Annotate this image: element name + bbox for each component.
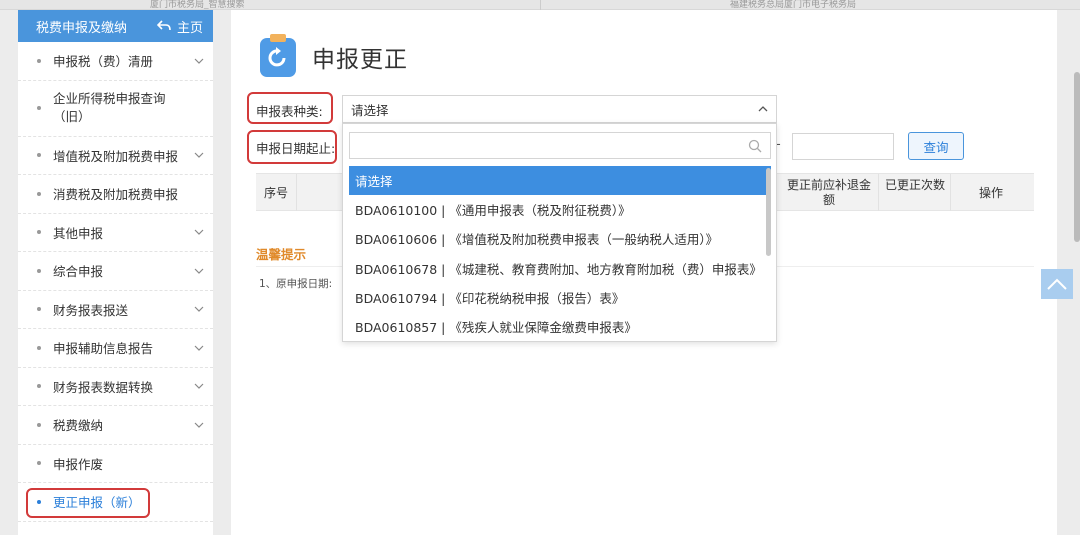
dropdown-option[interactable]: BDA0610857 | 《残疾人就业保障金缴费申报表》 bbox=[349, 312, 771, 341]
sidebar-item-label: 申报作废 bbox=[53, 456, 104, 472]
sidebar-item-comprehensive[interactable]: 综合申报 bbox=[18, 252, 213, 291]
dropdown-search-input[interactable] bbox=[349, 132, 771, 159]
end-date-input[interactable] bbox=[792, 133, 894, 160]
dropdown-option[interactable]: BDA0610100 | 《通用申报表（税及附征税费）》 bbox=[349, 195, 771, 224]
bullet-icon bbox=[37, 307, 41, 312]
dropdown-option-list: 请选择 BDA0610100 | 《通用申报表（税及附征税费）》 BDA0610… bbox=[349, 166, 771, 341]
column-header-index: 序号 bbox=[264, 186, 289, 200]
chevron-down-icon bbox=[194, 58, 204, 64]
sidebar-title: 税费申报及缴纳 bbox=[36, 20, 128, 36]
bullet-icon bbox=[37, 345, 41, 350]
browser-tab-2[interactable]: 福建税务总局厦门市电子税务局 bbox=[730, 0, 856, 9]
sidebar-item-other[interactable]: 其他申报 bbox=[18, 214, 213, 252]
sidebar-item-consumption-tax[interactable]: 消费税及附加税费申报 bbox=[18, 175, 213, 214]
form-type-dropdown: 请选择 BDA0610100 | 《通用申报表（税及附征税费）》 BDA0610… bbox=[342, 123, 777, 342]
sidebar-item-label: 财务报表数据转换 bbox=[53, 379, 154, 395]
sidebar-item-label: 财务报表报送 bbox=[53, 302, 129, 318]
dropdown-option[interactable]: BDA0610606 | 《增值税及附加税费申报表（一般纳税人适用）》 bbox=[349, 224, 771, 253]
home-label: 主页 bbox=[176, 20, 203, 36]
sidebar-item-cit-query[interactable]: 企业所得税申报查询（旧） bbox=[18, 81, 213, 137]
chevron-up-icon bbox=[758, 106, 768, 112]
column-divider bbox=[296, 174, 297, 211]
tab-divider bbox=[540, 0, 541, 10]
bullet-icon bbox=[37, 106, 41, 110]
sidebar-item-label: 税费缴纳 bbox=[53, 418, 104, 434]
chevron-up-icon bbox=[1047, 278, 1067, 290]
page-title: 申报更正 bbox=[312, 47, 408, 73]
sidebar-item-label: 消费税及附加税费申报 bbox=[53, 187, 179, 203]
form-type-select-value: 请选择 bbox=[351, 102, 389, 118]
page-scrollbar[interactable] bbox=[1074, 72, 1080, 242]
browser-tab-strip: 厦门市税务局_智慧搜索 福建税务总局厦门市电子税务局 bbox=[0, 0, 1080, 10]
search-icon bbox=[748, 139, 762, 153]
dropdown-option-placeholder[interactable]: 请选择 bbox=[349, 166, 771, 196]
sidebar: 税费申报及缴纳 主页 申报税（费）清册 企业所得税申报查询（旧） 增值税及附加税… bbox=[18, 10, 213, 535]
chevron-down-icon bbox=[194, 383, 204, 390]
sidebar-item-aux-info[interactable]: 申报辅助信息报告 bbox=[18, 329, 213, 368]
tips-title: 温馨提示 bbox=[256, 247, 307, 262]
clipboard-refresh-icon bbox=[260, 34, 296, 77]
sidebar-item-vat[interactable]: 增值税及附加税费申报 bbox=[18, 137, 213, 175]
tip-line-1: 1、原申报日期: bbox=[259, 278, 333, 290]
browser-tab-1[interactable]: 厦门市税务局_智慧搜索 bbox=[150, 0, 245, 9]
highlight-box-sidebar bbox=[26, 488, 150, 518]
column-header-actions: 操作 bbox=[978, 186, 1003, 200]
dropdown-scrollbar[interactable] bbox=[766, 168, 771, 256]
dropdown-option[interactable]: BDA0610678 | 《城建税、教育费附加、地方教育附加税（费）申报表》 bbox=[349, 254, 771, 283]
sidebar-item-data-convert[interactable]: 财务报表数据转换 bbox=[18, 368, 213, 406]
bullet-icon bbox=[37, 384, 41, 389]
chevron-down-icon bbox=[194, 306, 204, 313]
bullet-icon bbox=[37, 461, 41, 466]
back-to-top-button[interactable] bbox=[1041, 269, 1073, 299]
home-link[interactable]: 主页 bbox=[156, 17, 203, 36]
sidebar-header: 税费申报及缴纳 主页 bbox=[18, 10, 213, 42]
bullet-icon bbox=[37, 153, 41, 158]
column-divider bbox=[950, 174, 951, 211]
sidebar-item-label: 申报辅助信息报告 bbox=[53, 341, 154, 357]
sidebar-item-financial-statements[interactable]: 财务报表报送 bbox=[18, 291, 213, 329]
dropdown-option[interactable]: BDA0610794 | 《印花税纳税申报（报告）表》 bbox=[349, 283, 771, 312]
highlight-box-form-type bbox=[247, 92, 333, 124]
column-header-correction-count: 已更正次数 bbox=[884, 178, 945, 192]
chevron-down-icon bbox=[194, 229, 204, 236]
bullet-icon bbox=[37, 191, 41, 196]
sidebar-item-label: 企业所得税申报查询（旧） bbox=[53, 91, 166, 124]
bullet-icon bbox=[37, 268, 41, 273]
chevron-down-icon bbox=[194, 345, 204, 351]
sidebar-item-label: 其他申报 bbox=[53, 225, 104, 241]
sidebar-item-void[interactable]: 申报作废 bbox=[18, 445, 213, 483]
chevron-down-icon bbox=[194, 268, 204, 274]
chevron-down-icon bbox=[194, 152, 204, 159]
sidebar-item-tax-list[interactable]: 申报税（费）清册 bbox=[18, 42, 213, 81]
sidebar-item-label: 综合申报 bbox=[53, 264, 104, 280]
sidebar-item-label: 申报税（费）清册 bbox=[53, 54, 154, 70]
form-type-select[interactable]: 请选择 bbox=[342, 95, 777, 123]
bullet-icon bbox=[37, 230, 41, 235]
sidebar-item-tax-payment[interactable]: 税费缴纳 bbox=[18, 406, 213, 445]
chevron-down-icon bbox=[194, 422, 204, 428]
column-divider bbox=[878, 174, 879, 211]
bullet-icon bbox=[37, 422, 41, 427]
highlight-box-date-range bbox=[247, 130, 337, 164]
back-arrow-icon bbox=[156, 20, 171, 31]
bullet-icon bbox=[37, 58, 41, 63]
sidebar-item-label: 增值税及附加税费申报 bbox=[53, 148, 179, 164]
column-header-pre-correction-amount: 更正前应补退金额 bbox=[786, 178, 871, 207]
query-button[interactable]: 查询 bbox=[908, 132, 964, 160]
